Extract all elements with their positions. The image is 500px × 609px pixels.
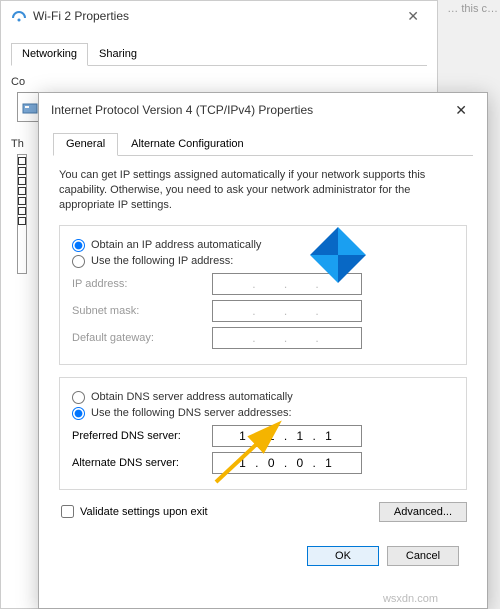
radio-ip-manual-row[interactable]: Use the following IP address: xyxy=(72,255,454,268)
preferred-dns-label: Preferred DNS server: xyxy=(72,430,212,442)
tab-alternate-config[interactable]: Alternate Configuration xyxy=(118,133,257,155)
list-item[interactable] xyxy=(18,197,26,205)
general-tab-content: You can get IP settings assigned automat… xyxy=(53,156,473,536)
list-item[interactable] xyxy=(18,207,26,215)
radio-dns-manual[interactable] xyxy=(72,407,85,420)
list-item[interactable] xyxy=(18,177,26,185)
dialog-buttons: OK Cancel xyxy=(53,536,473,566)
background-cropped-text: … this c… xyxy=(447,3,498,15)
cancel-button[interactable]: Cancel xyxy=(387,546,459,566)
alternate-dns-label: Alternate DNS server: xyxy=(72,457,212,469)
wifi-icon xyxy=(11,8,27,24)
radio-dns-auto-row[interactable]: Obtain DNS server address automatically xyxy=(72,391,454,404)
validate-checkbox[interactable] xyxy=(61,505,74,518)
ok-button[interactable]: OK xyxy=(307,546,379,566)
list-item[interactable] xyxy=(18,217,26,225)
list-item[interactable] xyxy=(18,167,26,175)
ipv4-tab-strip: General Alternate Configuration xyxy=(53,133,473,156)
validate-row: Validate settings upon exit Advanced... xyxy=(59,502,467,522)
radio-dns-manual-row[interactable]: Use the following DNS server addresses: xyxy=(72,407,454,420)
default-gateway-input: ... xyxy=(212,327,362,349)
radio-dns-auto[interactable] xyxy=(72,391,85,404)
ipv4-title: Internet Protocol Version 4 (TCP/IPv4) P… xyxy=(51,103,447,117)
wifi-title: Wi-Fi 2 Properties xyxy=(33,9,399,23)
subnet-mask-input: ... xyxy=(212,300,362,322)
advanced-button[interactable]: Advanced... xyxy=(379,502,467,522)
ip-settings-group: Obtain an IP address automatically Use t… xyxy=(59,225,467,365)
pinwheel-logo xyxy=(308,225,368,285)
radio-dns-auto-label: Obtain DNS server address automatically xyxy=(91,391,293,403)
alternate-dns-input[interactable]: 1 . 0 . 0 . 1 xyxy=(212,452,362,474)
ipv4-titlebar: Internet Protocol Version 4 (TCP/IPv4) P… xyxy=(39,93,487,127)
dns-settings-group: Obtain DNS server address automatically … xyxy=(59,377,467,490)
radio-ip-auto[interactable] xyxy=(72,239,85,252)
tab-networking[interactable]: Networking xyxy=(11,43,88,66)
tab-sharing[interactable]: Sharing xyxy=(88,43,148,65)
radio-ip-manual-label: Use the following IP address: xyxy=(91,255,233,267)
radio-dns-manual-label: Use the following DNS server addresses: xyxy=(91,407,292,419)
wifi-close-button[interactable]: ✕ xyxy=(399,8,427,25)
ip-address-label: IP address: xyxy=(72,278,212,290)
list-item[interactable] xyxy=(18,187,26,195)
ipv4-close-button[interactable]: ✕ xyxy=(447,102,475,119)
subnet-mask-label: Subnet mask: xyxy=(72,305,212,317)
wifi-titlebar: Wi-Fi 2 Properties ✕ xyxy=(1,1,437,31)
list-item[interactable] xyxy=(18,157,26,165)
radio-ip-auto-label: Obtain an IP address automatically xyxy=(91,239,261,251)
intro-text: You can get IP settings assigned automat… xyxy=(59,168,467,213)
preferred-dns-input[interactable]: 1 . 1 . 1 . 1 xyxy=(212,425,362,447)
wifi-tab-strip: Networking Sharing xyxy=(11,43,427,66)
radio-ip-manual[interactable] xyxy=(72,255,85,268)
connect-using-label: Co xyxy=(11,76,427,88)
protocol-list[interactable] xyxy=(17,154,27,274)
validate-label: Validate settings upon exit xyxy=(80,506,208,518)
ipv4-properties-dialog: Internet Protocol Version 4 (TCP/IPv4) P… xyxy=(38,92,488,609)
watermark: wsxdn.com xyxy=(383,593,438,605)
default-gateway-label: Default gateway: xyxy=(72,332,212,344)
tab-general[interactable]: General xyxy=(53,133,118,156)
radio-ip-auto-row[interactable]: Obtain an IP address automatically xyxy=(72,239,454,252)
